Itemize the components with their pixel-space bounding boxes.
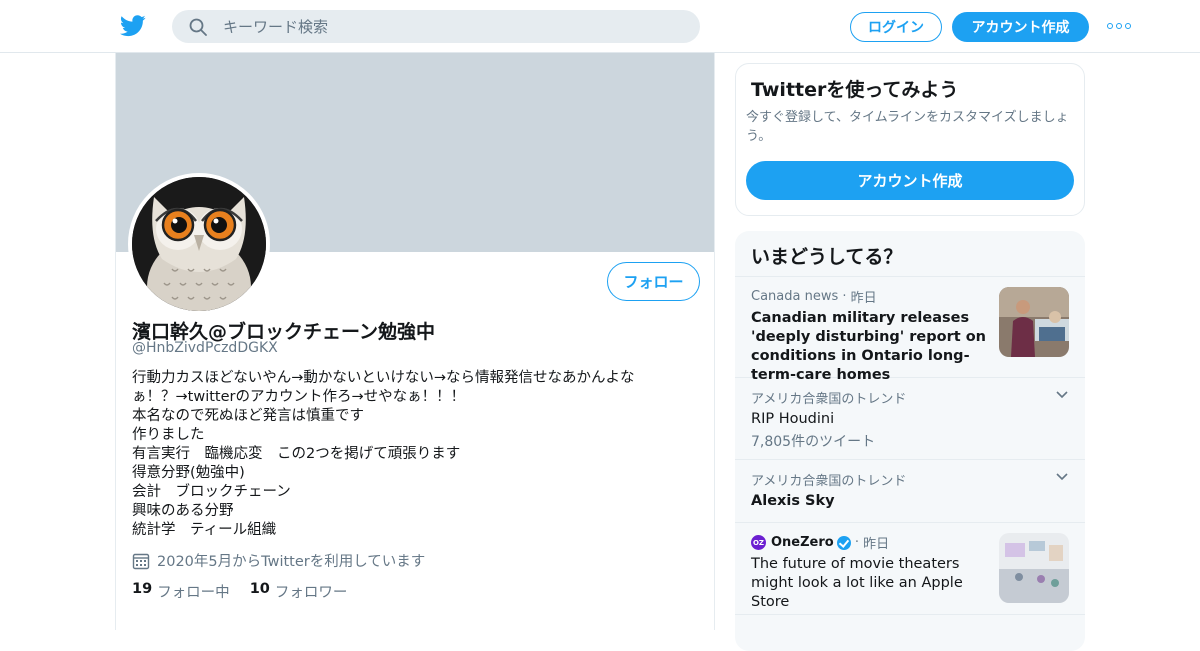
twitter-bird-icon[interactable] <box>120 14 146 38</box>
bio-line: 得意分野(勉強中) <box>132 465 245 481</box>
trend-time: 昨日 <box>863 537 890 552</box>
profile-column: フォロー 濱口幹久@ブロックチェーン勉強中 @HnbZivdPczdDGKX 行… <box>115 53 715 630</box>
bio-line: 本名なので死ぬほど発言は慎重です <box>132 408 364 424</box>
chevron-down-icon[interactable] <box>1055 390 1069 400</box>
trend-item[interactable]: アメリカ合衆国のトレンド RIP Houdini 7,805件のツイート <box>735 378 1085 460</box>
trend-item[interactable]: Canada news · 昨日 Canadian military relea… <box>735 277 1085 383</box>
meta-separator: · <box>850 535 864 550</box>
login-button[interactable]: ログイン <box>850 12 942 42</box>
more-options-icon[interactable] <box>1107 20 1131 32</box>
signup-card-description: 今すぐ登録して、タイムラインをカスタマイズしましょう。 <box>746 110 1069 144</box>
trends-title: いまどうしてる？ <box>735 231 1085 277</box>
verified-badge-icon <box>836 535 851 550</box>
chevron-down-icon[interactable] <box>1055 472 1069 482</box>
signup-card-title: Twitterを使ってみよう <box>751 79 959 101</box>
avatar[interactable] <box>128 173 270 315</box>
bio-line: ぁ！？→twitterのアカウント作ろ→せやなぁ！！！ <box>132 389 466 405</box>
followers-count: 10 <box>249 581 270 597</box>
signup-card: Twitterを使ってみよう 今すぐ登録して、タイムラインをカスタマイズしましょ… <box>735 63 1085 216</box>
trend-context: アメリカ合衆国のトレンド <box>751 392 907 407</box>
signup-button[interactable]: アカウント作成 <box>952 12 1089 42</box>
profile-handle: @HnbZivdPczdDGKX <box>132 340 278 356</box>
following-link[interactable]: 19 フォロー中 <box>132 581 230 602</box>
profile-stats: 19 フォロー中 10 フォロワー <box>132 581 367 602</box>
news-thumbnail <box>999 533 1069 603</box>
trends-panel: いまどうしてる？ Canada news · 昨日 Canadian milit… <box>735 231 1085 651</box>
trend-tweet-count: 7,805件のツイート <box>751 434 876 450</box>
joined-text: 2020年5月からTwitterを利用しています <box>157 554 426 570</box>
search-input[interactable] <box>223 17 663 36</box>
following-count: 19 <box>132 581 153 597</box>
trend-headline: Alexis Sky <box>751 493 835 509</box>
followers-label: フォロワー <box>274 585 348 601</box>
trend-item[interactable]: OZ OneZero · 昨日 The future of movie thea… <box>735 523 1085 615</box>
trend-source: Canada news <box>751 289 839 304</box>
bio-line: 有言実行 臨機応変 この2つを掲げて頑張ります <box>132 446 461 462</box>
followers-link[interactable]: 10 フォロワー <box>250 581 348 602</box>
trend-headline: RIP Houdini <box>751 411 835 427</box>
bio-line: 統計学 ティール組織 <box>132 522 277 538</box>
search-icon <box>189 18 207 36</box>
profile-bio: 行動力カスほどないやん→動かないといけない→なら情報発信せなあかんよな ぁ！？→… <box>132 369 672 540</box>
calendar-icon <box>132 553 150 569</box>
bio-line: 行動力カスほどないやん→動かないといけない→なら情報発信せなあかんよな <box>132 370 635 386</box>
bio-line: 作りました <box>132 427 205 443</box>
trend-headline: Canadian military releases 'deeply distu… <box>751 310 987 383</box>
top-navigation-bar: ログイン アカウント作成 <box>0 0 1200 53</box>
trend-source: OneZero <box>771 535 834 550</box>
owl-avatar-image <box>132 177 266 311</box>
trend-time: 昨日 <box>850 291 877 306</box>
meta-separator: · <box>838 289 851 304</box>
trend-context: アメリカ合衆国のトレンド <box>751 474 907 489</box>
bio-line: 興味のある分野 <box>132 503 234 519</box>
bio-line: 会計 ブロックチェーン <box>132 484 291 500</box>
profile-joined-date: 2020年5月からTwitterを利用しています <box>132 550 425 571</box>
trend-headline: The future of movie theaters might look … <box>751 556 963 610</box>
following-label: フォロー中 <box>157 585 230 601</box>
search-box[interactable] <box>172 10 700 43</box>
onezero-logo-icon: OZ <box>751 535 766 550</box>
follow-button[interactable]: フォロー <box>607 262 700 301</box>
signup-card-button[interactable]: アカウント作成 <box>746 161 1074 200</box>
trend-item[interactable]: アメリカ合衆国のトレンド Alexis Sky <box>735 460 1085 523</box>
news-thumbnail <box>999 287 1069 357</box>
